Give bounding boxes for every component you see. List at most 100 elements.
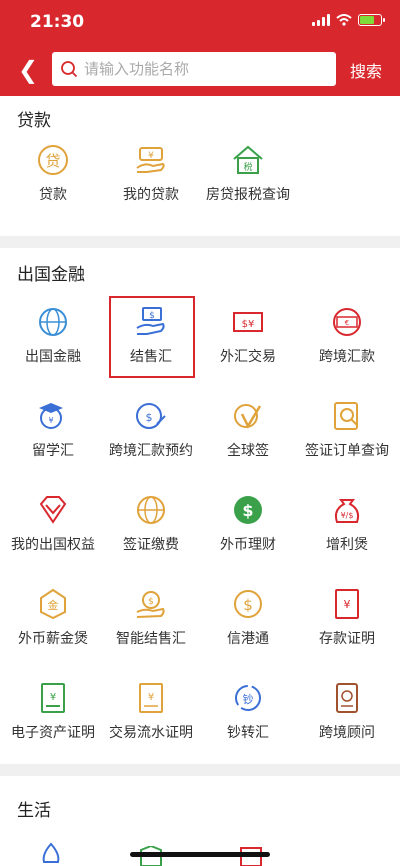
- grid-item-label: 外币薪金煲: [18, 631, 88, 647]
- section-title: 生活: [17, 801, 51, 821]
- grid-item[interactable]: ¥ 留学汇: [3, 398, 103, 460]
- grid-item-loan[interactable]: 贷 贷款: [3, 142, 103, 204]
- grid-item[interactable]: 全球签: [198, 398, 298, 460]
- grid-item[interactable]: ¥/$ 增利煲: [297, 492, 397, 554]
- grid-item-label: 外币理财: [220, 537, 276, 553]
- my-loan-icon: ¥: [136, 147, 165, 173]
- grid-item[interactable]: ¥ 存款证明: [297, 586, 397, 648]
- svg-text:$¥: $¥: [242, 319, 255, 330]
- grid-item-label: 结售汇: [130, 349, 172, 365]
- svg-text:$: $: [242, 501, 253, 520]
- grid-item-label: 钞转汇: [227, 725, 269, 741]
- svg-text:¥: ¥: [148, 692, 154, 703]
- grid-item[interactable]: 签证缴费: [101, 492, 201, 554]
- grid-item-my-loan[interactable]: ¥ 我的贷款: [101, 142, 201, 204]
- grid-item[interactable]: € 跨境汇款: [297, 304, 397, 366]
- grid-item-label: 存款证明: [319, 631, 375, 647]
- grid-item[interactable]: 金外币薪金煲: [3, 586, 103, 648]
- grid-item-label: 出国金融: [25, 349, 81, 365]
- svg-text:钞: 钞: [243, 692, 254, 706]
- svg-text:贷: 贷: [45, 152, 60, 170]
- grid-item[interactable]: ¥ 交易流水证明: [101, 680, 201, 742]
- search-input[interactable]: [84, 60, 314, 78]
- svg-text:€: €: [345, 319, 349, 327]
- globe-icon: [39, 308, 67, 336]
- search-box[interactable]: [52, 52, 336, 86]
- search-icon: [60, 60, 78, 78]
- svg-text:¥: ¥: [344, 598, 351, 611]
- svg-text:$: $: [243, 596, 253, 614]
- cross-border-remit-icon: €: [333, 308, 361, 336]
- grid-item[interactable]: 跨境顾问: [297, 680, 397, 742]
- section-title: 贷款: [17, 111, 51, 131]
- back-button[interactable]: ❮: [18, 56, 38, 84]
- svg-text:$: $: [146, 411, 153, 424]
- grid-item[interactable]: $ 信港通: [198, 586, 298, 648]
- search-button[interactable]: 搜索: [350, 58, 382, 82]
- diamond-icon: [39, 496, 67, 524]
- flame-icon: [42, 842, 60, 863]
- grid-item-label: 外汇交易: [220, 349, 276, 365]
- grid-item[interactable]: 签证订单查询: [297, 398, 397, 460]
- grid-item-label: 跨境顾问: [319, 725, 375, 741]
- deposit-cert-icon: ¥: [335, 589, 359, 619]
- grid-item-house-tax[interactable]: 税 房贷报税查询: [198, 142, 298, 204]
- remit-appointment-icon: $: [136, 403, 166, 429]
- passport-icon: [336, 683, 358, 713]
- house-tax-icon: 税: [233, 145, 263, 174]
- grid-item-label: 电子资产证明: [11, 725, 95, 741]
- smart-exchange-icon: $: [136, 591, 165, 618]
- svg-text:¥/$: ¥/$: [341, 511, 354, 520]
- hk-link-icon: $: [234, 590, 262, 618]
- grid-item-label: 签证缴费: [123, 537, 179, 553]
- grid-item[interactable]: 钞钞转汇: [198, 680, 298, 742]
- signal-icon: [312, 14, 330, 26]
- asset-cert-icon: ¥: [41, 683, 65, 713]
- status-time: 21:30: [30, 12, 85, 32]
- global-visa-icon: [234, 404, 262, 429]
- battery-icon: [358, 14, 385, 26]
- home-indicator[interactable]: [130, 852, 270, 857]
- section-loan: 贷款 贷 贷款 ¥ 我的贷款 税 房贷报税查询: [0, 96, 400, 236]
- salary-icon: 金: [40, 588, 66, 620]
- section-overseas-finance: 出国金融 出国金融 $ 结售汇 $¥ 外汇交易 € 跨境汇款 ¥ 留学汇 $ 跨境汇款预约 全球签 签证…: [0, 248, 400, 764]
- loan-icon: 贷: [38, 145, 68, 175]
- grid-item-label: 留学汇: [32, 443, 74, 459]
- section-title: 出国金融: [17, 265, 85, 285]
- grid-item-label: 我的出国权益: [11, 537, 95, 553]
- grid-item[interactable]: $¥ 外汇交易: [198, 304, 298, 366]
- app-header: 21:30 ❮ 搜索: [0, 0, 400, 96]
- grid-item-label: 跨境汇款预约: [109, 443, 193, 459]
- grid-item-label: 跨境汇款: [319, 349, 375, 365]
- wifi-icon: [336, 14, 352, 26]
- exchange-settlement-icon: $: [136, 307, 165, 335]
- svg-text:$: $: [149, 311, 155, 321]
- grid-item[interactable]: $ 跨境汇款预约: [101, 398, 201, 460]
- grid-item-label: 信港通: [227, 631, 269, 647]
- svg-text:¥: ¥: [48, 416, 53, 425]
- svg-text:金: 金: [48, 598, 59, 612]
- svg-text:¥: ¥: [148, 151, 154, 161]
- status-bar: 21:30: [0, 0, 400, 44]
- grid-item-label: 签证订单查询: [305, 443, 389, 459]
- grid-item[interactable]: $ 外币理财: [198, 492, 298, 554]
- study-abroad-icon: ¥: [39, 403, 63, 429]
- svg-text:$: $: [148, 597, 154, 607]
- grid-item[interactable]: $ 结售汇: [101, 304, 201, 366]
- forex-trade-icon: $¥: [233, 312, 263, 332]
- grid-item[interactable]: ¥ 电子资产证明: [3, 680, 103, 742]
- svg-text:税: 税: [243, 161, 252, 173]
- grid-item-label: 智能结售汇: [116, 631, 186, 647]
- grid-item[interactable]: $ 智能结售汇: [101, 586, 201, 648]
- grid-item-label: 增利煲: [326, 537, 368, 553]
- visa-order-icon: [334, 402, 358, 430]
- grid-item[interactable]: 我的出国权益: [3, 492, 103, 554]
- transaction-cert-icon: ¥: [139, 683, 163, 713]
- grid-item[interactable]: 出国金融: [3, 304, 103, 366]
- money-bag-icon: ¥/$: [334, 499, 360, 523]
- dollar-icon: $: [234, 496, 262, 524]
- nav-bar: ❮ 搜索: [0, 50, 400, 88]
- grid-item-label: 交易流水证明: [109, 725, 193, 741]
- svg-text:¥: ¥: [50, 692, 56, 703]
- visa-fee-icon: [137, 496, 165, 524]
